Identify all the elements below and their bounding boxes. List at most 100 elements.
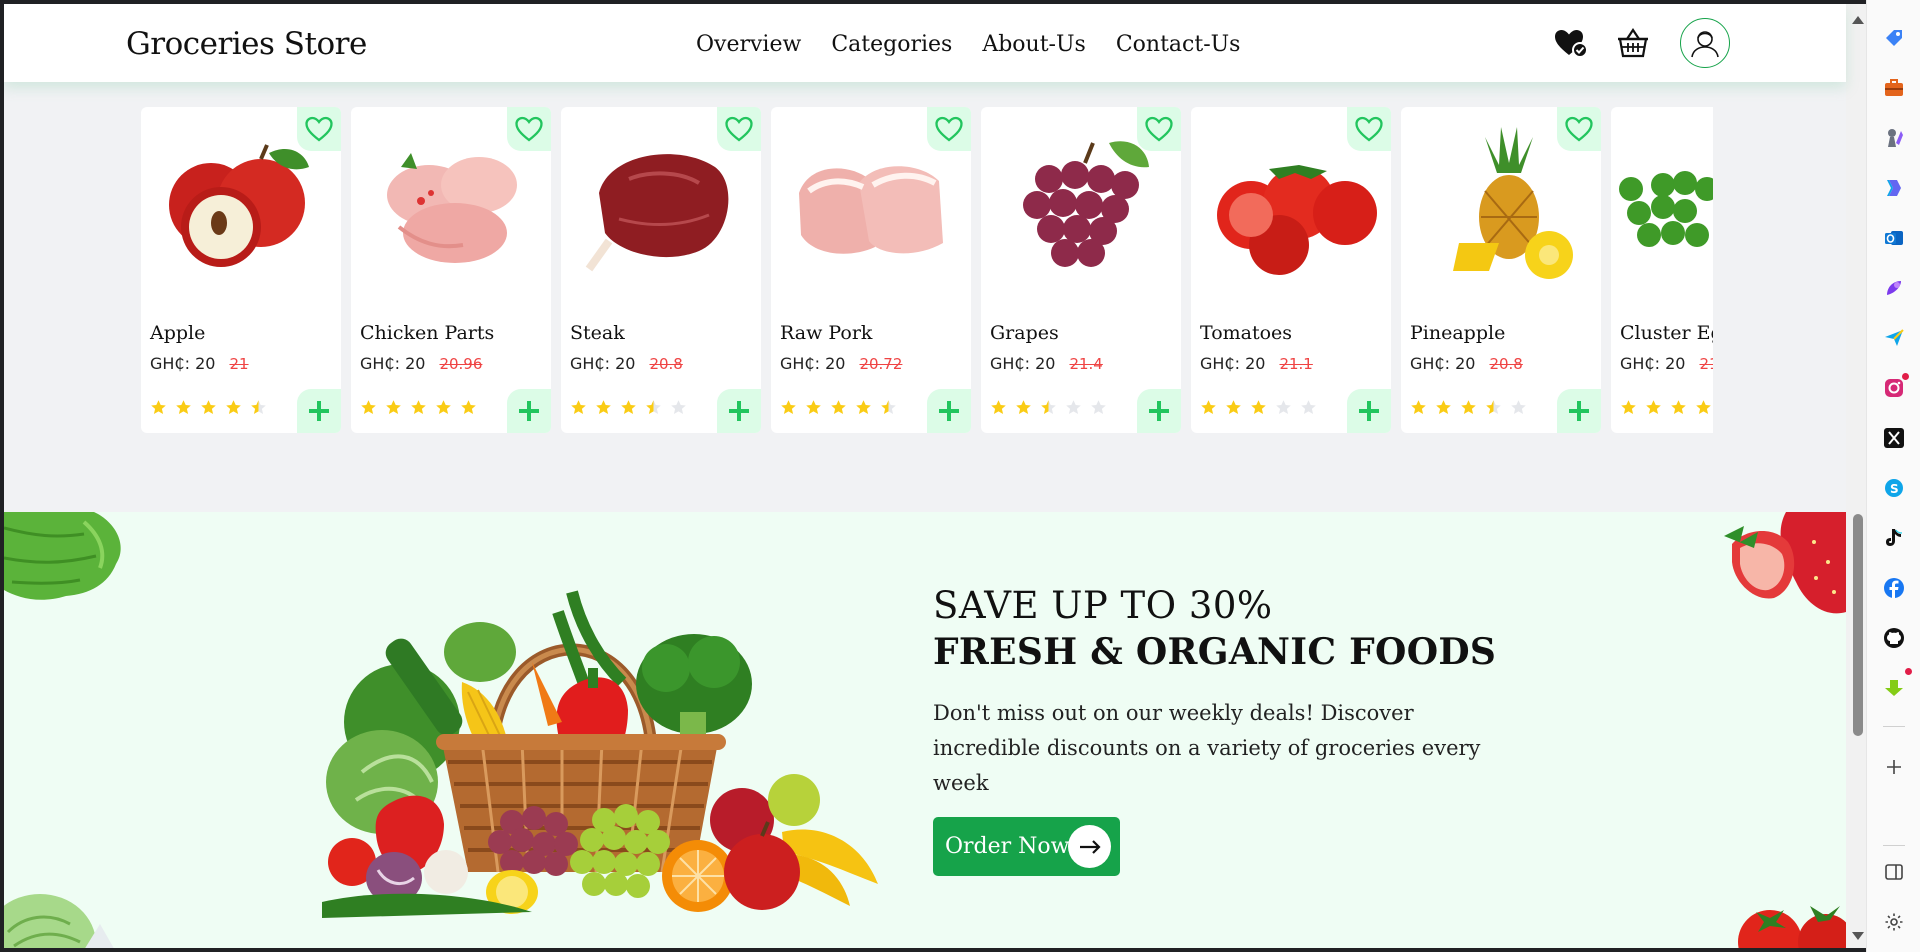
chess-icon[interactable] — [1882, 126, 1906, 150]
rating-star-icon — [1275, 399, 1292, 420]
current-price: GH₵: 20 — [780, 354, 846, 373]
facebook-icon[interactable] — [1882, 576, 1906, 600]
product-card[interactable]: Apple GH₵: 20 21 — [141, 107, 341, 433]
rating-star-icon — [570, 399, 587, 420]
add-to-wishlist-button[interactable] — [927, 107, 971, 151]
add-to-cart-button[interactable] — [717, 389, 761, 433]
settings-icon[interactable] — [1882, 910, 1906, 934]
rating-star-icon — [435, 399, 452, 420]
product-name: Cluster Eggplant — [1620, 322, 1713, 344]
rating-star-icon — [225, 399, 242, 420]
product-card[interactable]: Grapes GH₵: 20 21.4 — [981, 107, 1181, 433]
scroll-down-arrow-icon[interactable] — [1852, 932, 1864, 940]
send-icon[interactable] — [1882, 326, 1906, 350]
strawberry-decoration — [1724, 512, 1846, 614]
product-rating — [1200, 399, 1317, 420]
old-price: 20.8 — [649, 355, 683, 373]
add-to-wishlist-button[interactable] — [717, 107, 761, 151]
designer-icon[interactable] — [1882, 276, 1906, 300]
brand-logo[interactable]: Groceries Store — [126, 26, 367, 62]
tag-icon[interactable] — [1882, 26, 1906, 50]
x-icon[interactable] — [1882, 426, 1906, 450]
rating-star-icon — [880, 399, 897, 420]
tiktok-icon[interactable] — [1882, 526, 1906, 550]
heart-outline-icon — [305, 116, 333, 142]
download-icon[interactable] — [1882, 668, 1912, 700]
rating-star-icon — [200, 399, 217, 420]
rating-star-icon — [250, 399, 267, 420]
copilot-icon[interactable] — [1882, 176, 1906, 200]
nav-about-us[interactable]: About-Us — [982, 32, 1086, 57]
rating-star-icon — [1410, 399, 1427, 420]
rating-star-icon — [645, 399, 662, 420]
product-card[interactable]: Tomatoes GH₵: 20 21.1 — [1191, 107, 1391, 433]
wishlist-icon[interactable] — [1552, 24, 1590, 62]
add-to-cart-button[interactable] — [507, 389, 551, 433]
heart-outline-icon — [935, 116, 963, 142]
product-card[interactable]: Raw Pork GH₵: 20 20.72 — [771, 107, 971, 433]
rating-star-icon — [1225, 399, 1242, 420]
add-to-cart-button[interactable] — [297, 389, 341, 433]
product-name: Tomatoes — [1200, 322, 1293, 344]
add-icon[interactable] — [1882, 755, 1906, 779]
add-to-cart-button[interactable] — [927, 389, 971, 433]
rating-star-icon — [855, 399, 872, 420]
product-price: GH₵: 20 20.8 — [570, 354, 683, 373]
product-carousel: Apple GH₵: 20 21 Chicken Parts GH₵: 20 20.… — [141, 107, 1713, 433]
product-name: Pineapple — [1410, 322, 1506, 344]
product-price: GH₵: 20 21 — [150, 354, 249, 373]
add-to-wishlist-button[interactable] — [507, 107, 551, 151]
site-header: Groceries Store Overview Categories Abou… — [4, 4, 1846, 82]
product-card[interactable]: Steak GH₵: 20 20.8 — [561, 107, 761, 433]
current-price: GH₵: 20 — [990, 354, 1056, 373]
add-to-cart-button[interactable] — [1557, 389, 1601, 433]
add-to-cart-button[interactable] — [1137, 389, 1181, 433]
add-to-wishlist-button[interactable] — [1557, 107, 1601, 151]
product-price: GH₵: 20 21 — [1620, 354, 1713, 373]
product-card[interactable]: Cluster Eggplant GH₵: 20 21 — [1611, 107, 1713, 433]
cabbage-decoration — [4, 894, 114, 948]
skype-icon[interactable]: S — [1882, 476, 1906, 500]
panel-icon[interactable] — [1882, 860, 1906, 884]
heart-outline-icon — [725, 116, 753, 142]
order-now-button[interactable]: Order Now — [933, 817, 1120, 876]
product-price: GH₵: 20 20.96 — [360, 354, 482, 373]
product-price: GH₵: 20 21.4 — [990, 354, 1103, 373]
old-price: 21.4 — [1069, 355, 1103, 373]
rating-star-icon — [1510, 399, 1527, 420]
scroll-thumb[interactable] — [1853, 514, 1863, 736]
rating-star-icon — [1065, 399, 1082, 420]
page-scrollbar[interactable] — [1846, 4, 1866, 948]
product-card[interactable]: Chicken Parts GH₵: 20 20.96 — [351, 107, 551, 433]
product-price: GH₵: 20 20.72 — [780, 354, 902, 373]
svg-text:S: S — [1890, 482, 1899, 496]
product-rating — [1410, 399, 1527, 420]
product-name: Chicken Parts — [360, 322, 495, 344]
current-price: GH₵: 20 — [1200, 354, 1266, 373]
promo-heading: FRESH & ORGANIC FOODS — [933, 631, 1497, 673]
scroll-up-arrow-icon[interactable] — [1852, 16, 1864, 24]
product-rating — [1620, 399, 1713, 420]
rating-star-icon — [1620, 399, 1637, 420]
old-price: 21 — [229, 355, 249, 373]
outlook-icon[interactable] — [1882, 226, 1906, 250]
instagram-icon[interactable] — [1882, 373, 1909, 400]
rating-star-icon — [805, 399, 822, 420]
user-avatar[interactable] — [1680, 18, 1730, 68]
rating-star-icon — [1435, 399, 1452, 420]
product-card[interactable]: Pineapple GH₵: 20 20.8 — [1401, 107, 1601, 433]
rating-star-icon — [1485, 399, 1502, 420]
github-icon[interactable] — [1882, 626, 1906, 650]
briefcase-icon[interactable] — [1882, 76, 1906, 100]
add-to-wishlist-button[interactable] — [297, 107, 341, 151]
add-to-wishlist-button[interactable] — [1137, 107, 1181, 151]
header-actions — [1552, 18, 1730, 68]
basket-icon[interactable] — [1614, 24, 1652, 62]
nav-categories[interactable]: Categories — [831, 32, 952, 57]
nav-contact-us[interactable]: Contact-Us — [1116, 32, 1241, 57]
nav-overview[interactable]: Overview — [696, 32, 801, 57]
add-to-wishlist-button[interactable] — [1347, 107, 1391, 151]
add-to-cart-button[interactable] — [1347, 389, 1391, 433]
rating-star-icon — [360, 399, 377, 420]
product-image-peas — [1619, 171, 1713, 247]
